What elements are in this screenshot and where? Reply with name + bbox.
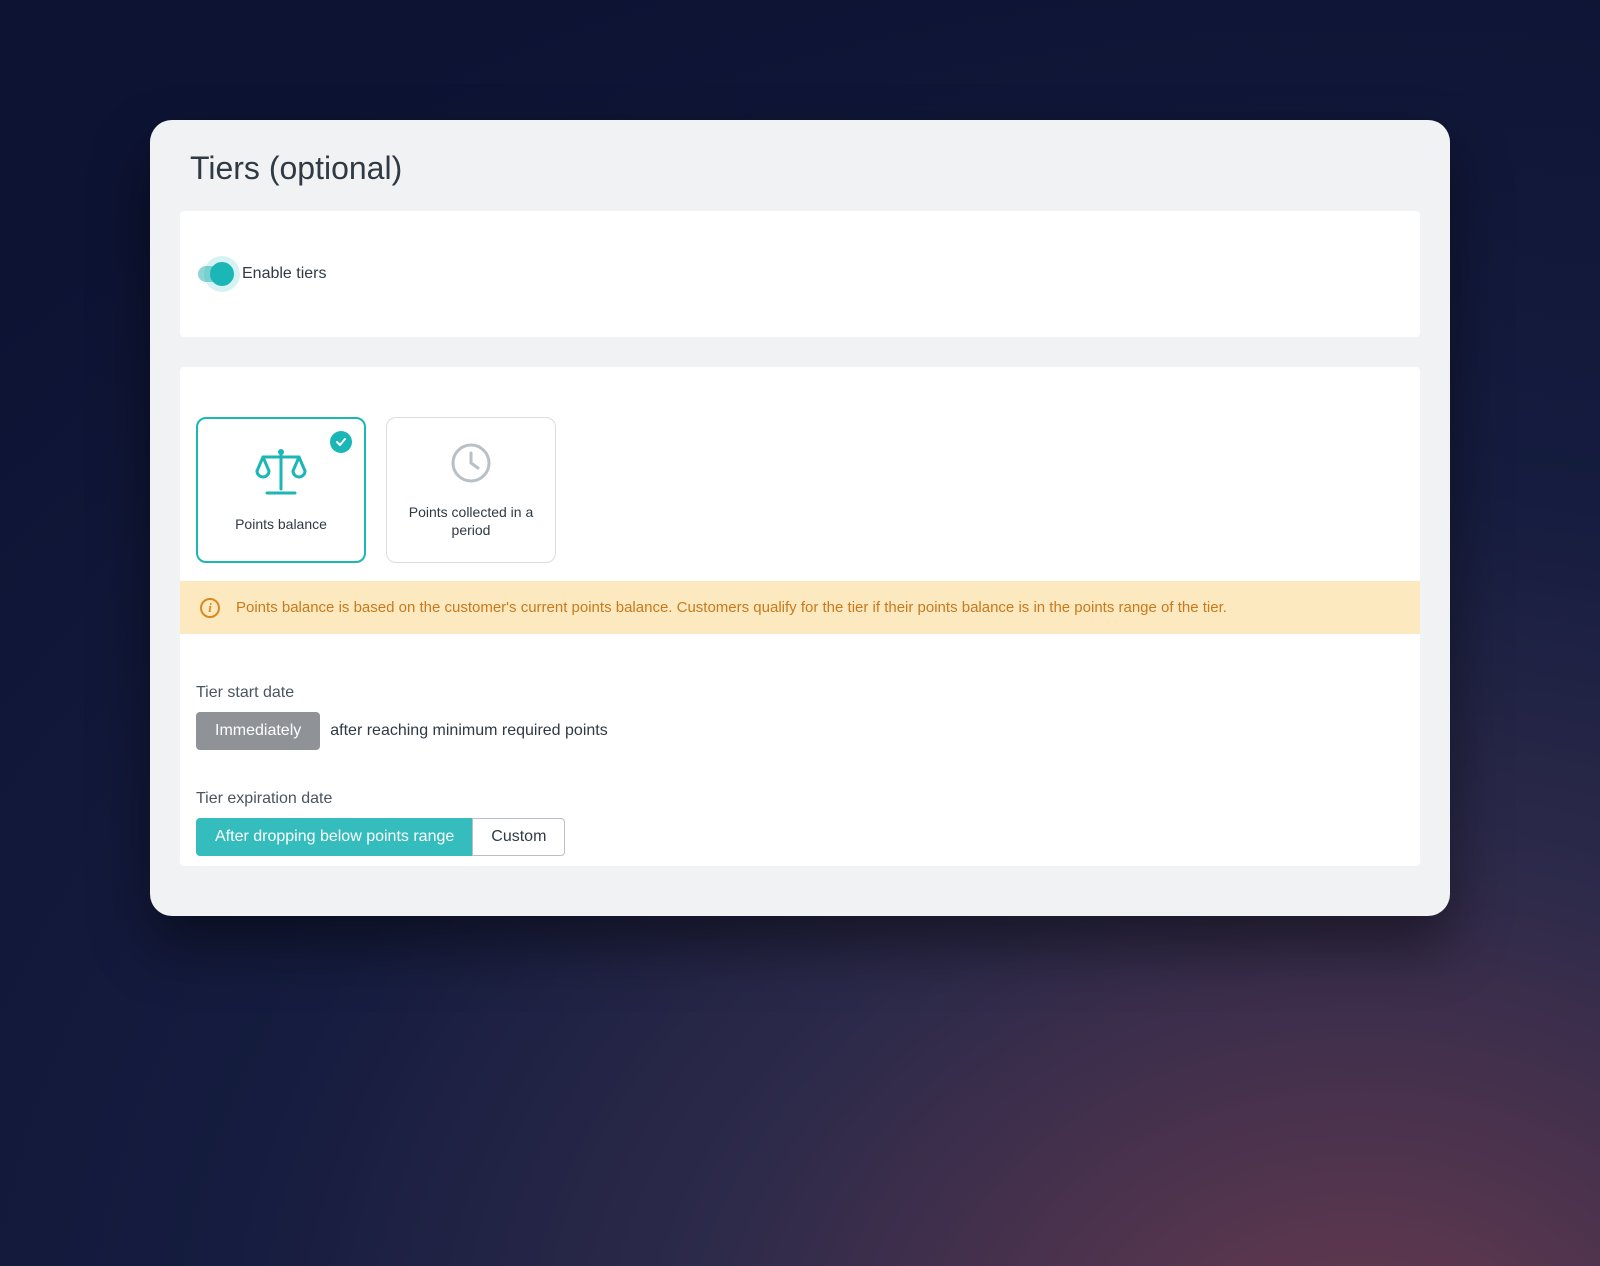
tier-basis-options: Points balance Points collected in a per… xyxy=(180,417,1420,581)
option-label: Points balance xyxy=(235,516,327,534)
tier-start-immediately-button[interactable]: Immediately xyxy=(196,712,320,750)
tier-expiration-drop-button[interactable]: After dropping below points range xyxy=(196,818,473,856)
scales-icon xyxy=(253,447,309,502)
tier-expiration-label: Tier expiration date xyxy=(196,790,1404,808)
enable-tiers-card: Enable tiers xyxy=(180,211,1420,337)
tiers-panel: Tiers (optional) Enable tiers xyxy=(150,120,1450,916)
info-icon: i xyxy=(200,598,220,618)
enable-tiers-toggle[interactable] xyxy=(198,261,234,287)
clock-icon xyxy=(449,441,493,490)
check-icon xyxy=(330,431,352,453)
tier-start-label: Tier start date xyxy=(196,684,1404,702)
tier-expiration-custom-button[interactable]: Custom xyxy=(472,818,565,856)
tier-config-card: Points balance Points collected in a per… xyxy=(180,367,1420,866)
info-banner: i Points balance is based on the custome… xyxy=(180,581,1420,634)
enable-tiers-label: Enable tiers xyxy=(242,265,327,283)
info-text: Points balance is based on the customer'… xyxy=(236,597,1227,618)
option-points-balance[interactable]: Points balance xyxy=(196,417,366,563)
tier-expiration-section: Tier expiration date After dropping belo… xyxy=(180,750,1420,866)
option-points-period[interactable]: Points collected in a period xyxy=(386,417,556,563)
tier-start-suffix: after reaching minimum required points xyxy=(330,722,607,740)
option-label: Points collected in a period xyxy=(397,504,545,539)
panel-title: Tiers (optional) xyxy=(150,120,1450,211)
tier-start-section: Tier start date Immediately after reachi… xyxy=(180,634,1420,750)
